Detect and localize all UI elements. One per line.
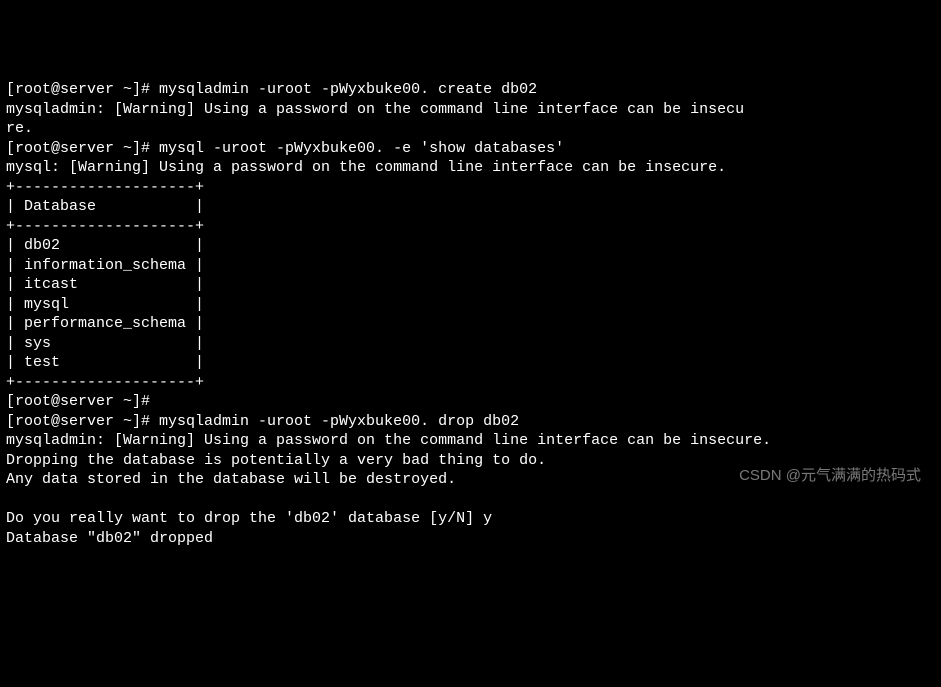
line: Dropping the database is potentially a v… bbox=[6, 452, 546, 469]
line: | itcast | bbox=[6, 276, 204, 293]
watermark-text: CSDN @元气满满的热码式 bbox=[739, 466, 921, 486]
line: [root@server ~]# bbox=[6, 393, 150, 410]
line: | sys | bbox=[6, 335, 204, 352]
line: mysql: [Warning] Using a password on the… bbox=[6, 159, 726, 176]
line: Any data stored in the database will be … bbox=[6, 471, 456, 488]
line: +--------------------+ bbox=[6, 218, 204, 235]
line: | test | bbox=[6, 354, 204, 371]
line: +--------------------+ bbox=[6, 179, 204, 196]
line: | mysql | bbox=[6, 296, 204, 313]
line: | information_schema | bbox=[6, 257, 204, 274]
line: re. bbox=[6, 120, 33, 137]
line: Do you really want to drop the 'db02' da… bbox=[6, 510, 492, 527]
line: +--------------------+ bbox=[6, 374, 204, 391]
line: | db02 | bbox=[6, 237, 204, 254]
line: | Database | bbox=[6, 198, 204, 215]
line: Database "db02" dropped bbox=[6, 530, 213, 547]
line: mysqladmin: [Warning] Using a password o… bbox=[6, 101, 744, 118]
line: [root@server ~]# mysqladmin -uroot -pWyx… bbox=[6, 413, 519, 430]
line: [root@server ~]# mysqladmin -uroot -pWyx… bbox=[6, 81, 537, 98]
line: | performance_schema | bbox=[6, 315, 204, 332]
line: [root@server ~]# mysql -uroot -pWyxbuke0… bbox=[6, 140, 564, 157]
line: mysqladmin: [Warning] Using a password o… bbox=[6, 432, 771, 449]
